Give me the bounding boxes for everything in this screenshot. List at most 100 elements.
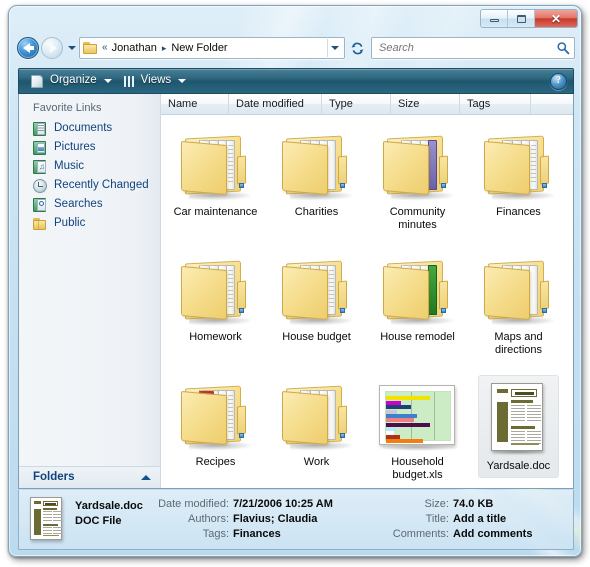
column-header-size[interactable]: Size: [391, 94, 460, 114]
sidebar-item-pictures[interactable]: Pictures: [19, 138, 160, 157]
list-item[interactable]: House remodel: [367, 246, 468, 371]
details-value[interactable]: Add a title: [453, 512, 506, 527]
breadcrumb-overflow-chevrons[interactable]: «: [100, 43, 112, 53]
list-item[interactable]: Work: [266, 371, 367, 488]
details-label: Date modified:: [158, 498, 229, 510]
help-icon: ?: [556, 75, 561, 86]
search-box[interactable]: [371, 37, 575, 59]
thumbnail: [280, 250, 354, 326]
search-input[interactable]: [379, 42, 556, 54]
pictures-icon: [33, 140, 47, 155]
back-button[interactable]: [17, 37, 39, 59]
searches-icon: [33, 197, 47, 212]
breadcrumb-item-new-folder[interactable]: New Folder: [171, 42, 227, 54]
item-label: Maps and directions: [494, 331, 543, 356]
thumbnail: [381, 250, 455, 326]
folders-expander[interactable]: Folders: [19, 466, 160, 488]
column-header-row: Name Date modified Type Size Tags: [161, 94, 573, 115]
address-dropdown-button[interactable]: [327, 39, 342, 57]
minimize-button[interactable]: [481, 10, 508, 27]
details-row-comments[interactable]: Comments: Add comments: [385, 527, 563, 542]
file-list-pane: Name Date modified Type Size Tags Car ma…: [161, 94, 573, 488]
details-row-size: Size: 74.0 KB: [385, 497, 563, 512]
music-icon: ♫: [33, 159, 47, 174]
breadcrumb-separator[interactable]: ▸: [157, 43, 172, 53]
thumbnail: [482, 250, 556, 326]
address-bar[interactable]: « Jonathan ▸ New Folder: [79, 37, 345, 59]
folder-icon: [179, 381, 253, 451]
details-value[interactable]: Finances: [233, 527, 281, 542]
details-value[interactable]: Add comments: [453, 527, 532, 542]
column-header-date-modified[interactable]: Date modified: [229, 94, 322, 114]
chevron-down-icon: [331, 46, 339, 50]
list-item[interactable]: Charities: [266, 121, 367, 246]
content-region: Favorite Links Documents Pictures ♫ Musi…: [18, 94, 574, 489]
views-label: Views: [140, 74, 172, 87]
details-label: Comments:: [392, 528, 449, 540]
thumbnail: [179, 125, 253, 201]
column-header-empty[interactable]: [531, 94, 573, 114]
sidebar-item-label: Public: [54, 216, 86, 229]
title-bar[interactable]: ✕: [9, 6, 581, 32]
favorite-links-list: Documents Pictures ♫ Music Recently Chan…: [19, 119, 160, 466]
list-item[interactable]: Car maintenance: [165, 121, 266, 246]
recent-pages-button[interactable]: [65, 46, 78, 50]
sidebar-item-documents[interactable]: Documents: [19, 119, 160, 138]
breadcrumb-item-jonathan[interactable]: Jonathan: [112, 42, 157, 54]
list-item[interactable]: Maps and directions: [468, 246, 569, 371]
minimize-icon: [489, 19, 499, 22]
chevron-down-icon: [178, 79, 187, 83]
views-icon: [123, 75, 136, 87]
sidebar-item-searches[interactable]: Searches: [19, 195, 160, 214]
list-item[interactable]: Homework: [165, 246, 266, 371]
forward-button[interactable]: [41, 37, 63, 59]
sidebar-item-label: Music: [54, 159, 85, 172]
documents-icon: [33, 121, 47, 136]
details-file-name: Yardsale.doc: [75, 500, 143, 512]
item-label: Community minutes: [389, 206, 446, 231]
sidebar-item-public[interactable]: Public: [19, 214, 160, 233]
sidebar-item-recently-changed[interactable]: Recently Changed: [19, 176, 160, 195]
list-item[interactable]: Community minutes: [367, 121, 468, 246]
close-button[interactable]: ✕: [535, 10, 577, 27]
details-row-tags[interactable]: Tags: Finances: [155, 527, 385, 542]
details-pane: Yardsale.doc DOC File Date modified: 7/2…: [18, 490, 574, 550]
folder-icon: [280, 131, 354, 201]
details-name-column: Yardsale.doc DOC File: [75, 497, 155, 529]
refresh-button[interactable]: [347, 37, 367, 59]
thumbnail: [179, 375, 253, 451]
details-value: 74.0 KB: [453, 498, 494, 510]
sidebar-item-label: Searches: [54, 197, 103, 210]
organize-label: Organize: [50, 74, 97, 87]
search-icon: [556, 41, 570, 55]
column-header-name[interactable]: Name: [161, 94, 229, 114]
details-value[interactable]: Flavius; Claudia: [233, 512, 317, 527]
list-item-selected[interactable]: Yardsale.doc: [468, 371, 569, 488]
folders-label: Folders: [33, 470, 75, 483]
list-item[interactable]: Household budget.xls: [367, 371, 468, 488]
details-thumbnail: [29, 497, 63, 542]
maximize-button[interactable]: [508, 10, 535, 27]
item-label: Recipes: [195, 456, 236, 468]
details-row-title[interactable]: Title: Add a title: [385, 512, 563, 527]
organize-icon: [31, 74, 45, 88]
column-header-type[interactable]: Type: [322, 94, 391, 114]
help-button[interactable]: ?: [550, 72, 567, 90]
folder-icon: [280, 381, 354, 451]
item-label: House budget: [282, 331, 351, 343]
column-header-tags[interactable]: Tags: [460, 94, 531, 114]
views-button[interactable]: Views: [118, 71, 192, 91]
list-item[interactable]: Finances: [468, 121, 569, 246]
organize-button[interactable]: Organize: [25, 71, 118, 91]
details-label: Authors:: [188, 513, 229, 525]
chevron-down-icon: [67, 46, 76, 50]
list-item[interactable]: Recipes: [165, 371, 266, 488]
sidebar-item-label: Documents: [54, 121, 113, 134]
list-item[interactable]: House budget: [266, 246, 367, 371]
folder-icon: [482, 131, 556, 201]
details-label: Title:: [425, 513, 449, 525]
details-row-authors[interactable]: Authors: Flavius; Claudia: [155, 512, 385, 527]
command-toolbar: Organize Views ?: [18, 68, 574, 94]
item-label: Finances: [496, 206, 541, 218]
sidebar-item-music[interactable]: ♫ Music: [19, 157, 160, 176]
